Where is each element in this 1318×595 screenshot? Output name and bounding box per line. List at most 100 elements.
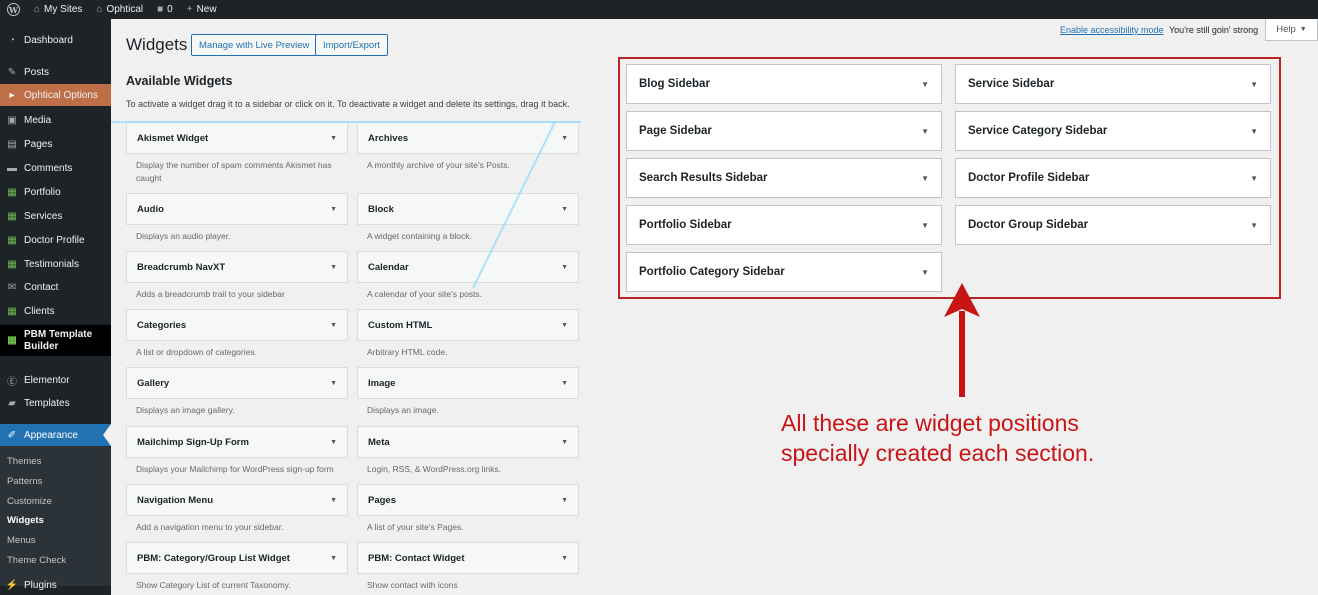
widget-categories[interactable]: Categories ▼ A list or dropdown of categor… — [126, 309, 348, 359]
sidebar-blog[interactable]: Blog Sidebar ▼ — [626, 64, 942, 104]
submenu-theme-check[interactable]: Theme Check — [7, 555, 66, 566]
menu-label: Elementor — [24, 374, 70, 386]
submenu-patterns[interactable]: Patterns — [7, 476, 42, 487]
comments-menu[interactable]: ■ 0 — [150, 0, 180, 19]
submenu-menus[interactable]: Menus — [7, 535, 36, 546]
help-tab[interactable]: Help ▼ — [1265, 19, 1318, 41]
widget-audio[interactable]: Audio ▼ Displays an audio player. — [126, 193, 348, 243]
widget-title: Pages — [368, 494, 396, 506]
submenu-themes[interactable]: Themes — [7, 456, 41, 467]
caret-down-icon[interactable]: ▼ — [561, 264, 568, 271]
site-name-menu[interactable]: ⌂ Ophtical — [89, 0, 150, 19]
manage-live-preview-button[interactable]: Manage with Live Preview — [191, 34, 318, 56]
caret-down-icon[interactable]: ▼ — [921, 80, 929, 89]
widget-title: Gallery — [137, 377, 170, 389]
menu-pbm-template-builder[interactable]: ▦ PBM Template Builder — [0, 325, 111, 356]
caret-down-icon[interactable]: ▼ — [561, 206, 568, 213]
sidebar-service-category[interactable]: Service Category Sidebar ▼ — [955, 111, 1271, 151]
new-content-menu[interactable]: + New — [180, 0, 224, 19]
caret-down-icon[interactable]: ▼ — [330, 555, 337, 562]
caret-down-icon[interactable]: ▼ — [330, 439, 337, 446]
caret-down-icon[interactable]: ▼ — [1250, 127, 1258, 136]
widget-title: Categories — [137, 319, 187, 331]
sidebar-doctor-profile[interactable]: Doctor Profile Sidebar ▼ — [955, 158, 1271, 198]
widget-navigation-menu[interactable]: Navigation Menu ▼ Add a navigation menu to… — [126, 484, 348, 534]
caret-down-icon[interactable]: ▼ — [330, 206, 337, 213]
wordpress-logo[interactable]: W — [0, 0, 27, 19]
caret-down-icon[interactable]: ▼ — [921, 174, 929, 183]
widget-description: A list or dropdown of categories. — [136, 347, 257, 357]
menu-label: Plugins — [24, 579, 57, 591]
caret-down-icon[interactable]: ▼ — [561, 380, 568, 387]
menu-contact[interactable]: ✉ Contact — [0, 276, 111, 298]
sidebar-title: Service Sidebar — [968, 78, 1055, 90]
import-export-button[interactable]: Import/Export — [315, 34, 389, 56]
caret-down-icon[interactable]: ▼ — [921, 221, 929, 230]
menu-elementor[interactable]: Ⓔ Elementor — [0, 369, 111, 391]
widget-meta[interactable]: Meta ▼ Login, RSS, & WordPress.org links. — [357, 426, 579, 476]
menu-doctor-profile[interactable]: ▦ Doctor Profile — [0, 229, 111, 251]
widget-description: Displays an image. — [367, 405, 439, 415]
chevron-down-icon: ▼ — [1299, 26, 1307, 33]
accessibility-mode-link[interactable]: Enable accessibility mode — [1060, 25, 1164, 35]
widget-pbm-category-group-list[interactable]: PBM: Category/Group List Widget ▼ Show Cat… — [126, 542, 348, 592]
caret-down-icon[interactable]: ▼ — [561, 439, 568, 446]
submenu-customize[interactable]: Customize — [7, 496, 52, 507]
sites-icon: ⌂ — [34, 4, 41, 15]
menu-testimonials[interactable]: ▦ Testimonials — [0, 253, 111, 275]
caret-down-icon[interactable]: ▼ — [561, 135, 568, 142]
annotation-line: specially created each section. — [781, 440, 1095, 466]
sidebar-page[interactable]: Page Sidebar ▼ — [626, 111, 942, 151]
sidebar-title: Blog Sidebar — [639, 78, 710, 90]
grid-icon: ▦ — [7, 334, 17, 346]
sidebar-portfolio[interactable]: Portfolio Sidebar ▼ — [626, 205, 942, 245]
sidebar-search-results[interactable]: Search Results Sidebar ▼ — [626, 158, 942, 198]
menu-posts[interactable]: ✎ Posts — [0, 61, 111, 83]
menu-ophtical-options[interactable]: ▸ Ophtical Options — [0, 84, 111, 106]
widget-akismet[interactable]: Akismet Widget ▼ Display the number of spa… — [126, 122, 348, 185]
menu-templates[interactable]: ▰ Templates — [0, 392, 111, 414]
menu-plugins[interactable]: ⚡ Plugins — [0, 574, 111, 595]
page-icon: ▤ — [7, 138, 17, 150]
menu-label: Doctor Profile — [24, 234, 85, 246]
appearance-submenu: Themes Patterns Customize Widgets Menus … — [0, 446, 111, 586]
caret-down-icon[interactable]: ▼ — [561, 497, 568, 504]
caret-down-icon[interactable]: ▼ — [330, 264, 337, 271]
wordpress-icon: W — [7, 3, 20, 16]
widget-pages[interactable]: Pages ▼ A list of your site's Pages. — [357, 484, 579, 534]
menu-pages[interactable]: ▤ Pages — [0, 133, 111, 155]
menu-services[interactable]: ▦ Services — [0, 205, 111, 227]
sidebar-doctor-group[interactable]: Doctor Group Sidebar ▼ — [955, 205, 1271, 245]
widget-title: PBM: Contact Widget — [368, 552, 465, 564]
caret-down-icon[interactable]: ▼ — [330, 322, 337, 329]
widget-breadcrumb-navxt[interactable]: Breadcrumb NavXT ▼ Adds a breadcrumb trail… — [126, 251, 348, 301]
menu-portfolio[interactable]: ▦ Portfolio — [0, 181, 111, 203]
menu-clients[interactable]: ▦ Clients — [0, 300, 111, 322]
caret-down-icon[interactable]: ▼ — [330, 380, 337, 387]
sidebar-portfolio-category[interactable]: Portfolio Category Sidebar ▼ — [626, 252, 942, 292]
caret-down-icon[interactable]: ▼ — [1250, 221, 1258, 230]
sidebar-service[interactable]: Service Sidebar ▼ — [955, 64, 1271, 104]
caret-down-icon[interactable]: ▼ — [330, 135, 337, 142]
menu-appearance[interactable]: ✐ Appearance — [0, 424, 111, 446]
folder-icon: ▰ — [8, 397, 16, 409]
widget-mailchimp[interactable]: Mailchimp Sign-Up Form ▼ Displays your Mai… — [126, 426, 348, 476]
widget-gallery[interactable]: Gallery ▼ Displays an image gallery. — [126, 367, 348, 417]
widget-custom-html[interactable]: Custom HTML ▼ Arbitrary HTML code. — [357, 309, 579, 359]
caret-down-icon[interactable]: ▼ — [1250, 80, 1258, 89]
caret-down-icon[interactable]: ▼ — [921, 127, 929, 136]
caret-down-icon[interactable]: ▼ — [330, 497, 337, 504]
caret-down-icon[interactable]: ▼ — [561, 555, 568, 562]
menu-dashboard[interactable]: ◔ Dashboard — [0, 29, 111, 51]
elementor-icon: Ⓔ — [7, 376, 17, 388]
my-sites-menu[interactable]: ⌂ My Sites — [27, 0, 89, 19]
caret-down-icon[interactable]: ▼ — [561, 322, 568, 329]
caret-down-icon[interactable]: ▼ — [921, 268, 929, 277]
menu-media[interactable]: ▣ Media — [0, 109, 111, 131]
caret-down-icon[interactable]: ▼ — [1250, 174, 1258, 183]
help-label: Help — [1276, 24, 1296, 35]
widget-image[interactable]: Image ▼ Displays an image. — [357, 367, 579, 417]
menu-comments[interactable]: ▬ Comments — [0, 157, 111, 179]
widget-pbm-contact[interactable]: PBM: Contact Widget ▼ Show contact with ic… — [357, 542, 579, 592]
submenu-widgets[interactable]: Widgets — [7, 515, 44, 526]
